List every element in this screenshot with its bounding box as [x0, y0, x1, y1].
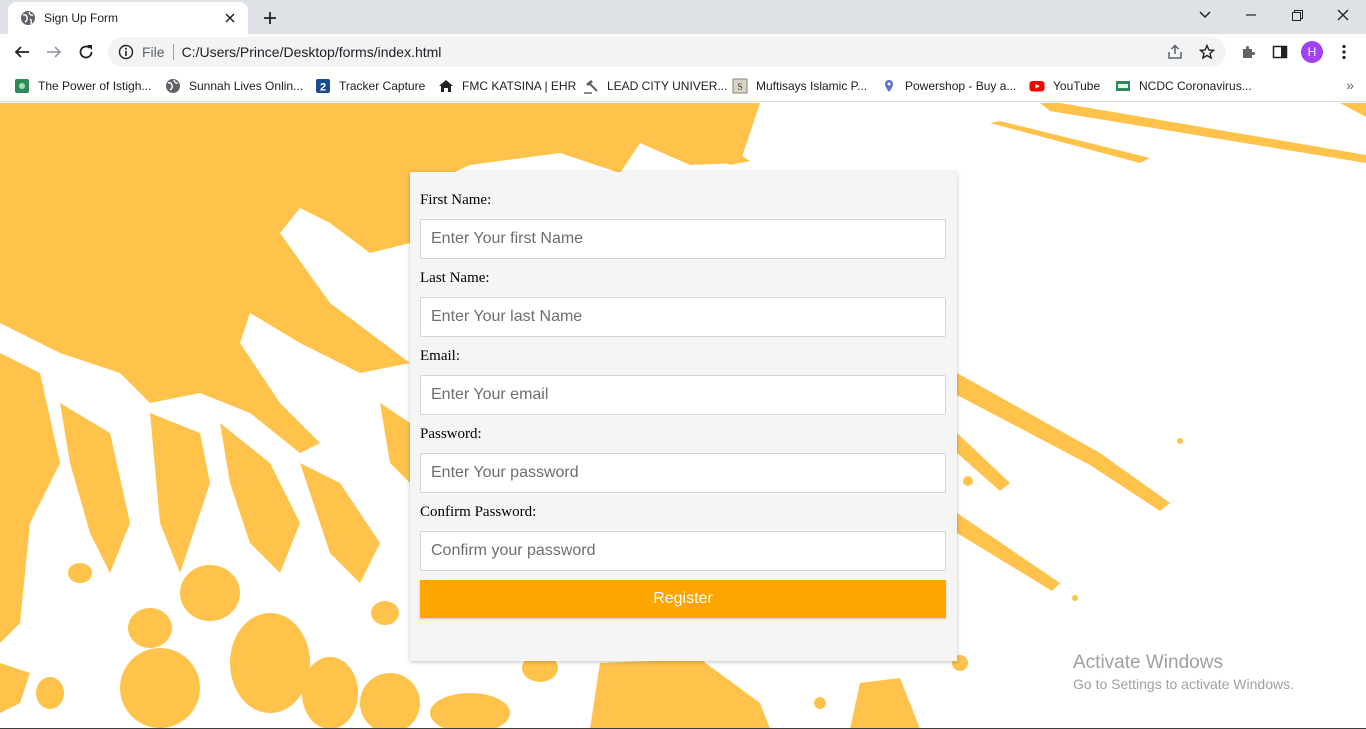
password-input[interactable]	[420, 453, 946, 493]
pin-icon	[881, 78, 897, 94]
tab-sign-up-form[interactable]: Sign Up Form	[8, 2, 248, 34]
bookmark-label: Powershop - Buy a...	[905, 79, 1017, 93]
info-icon[interactable]	[118, 44, 134, 60]
svg-text:S: S	[737, 82, 743, 93]
bookmark-label: FMC KATSINA | EHR	[462, 79, 577, 93]
address-bar[interactable]: File C:/Users/Prince/Desktop/forms/index…	[108, 37, 1226, 67]
bookmark-label: Tracker Capture	[339, 79, 426, 93]
bookmark-item[interactable]: FMC KATSINA | EHR	[438, 76, 576, 96]
avatar: H	[1301, 41, 1323, 63]
bookmark-label: NCDC Coronavirus...	[1139, 79, 1252, 93]
first-name-label: First Name:	[420, 192, 492, 208]
back-button[interactable]	[8, 38, 36, 66]
first-name-input[interactable]	[420, 219, 946, 259]
watermark-subtitle: Go to Settings to activate Windows.	[1073, 676, 1294, 692]
bookmark-item[interactable]: NCDC Coronavirus...	[1115, 76, 1252, 96]
divider	[172, 44, 174, 60]
side-panel-icon[interactable]	[1266, 38, 1294, 66]
register-button[interactable]: Register	[420, 580, 946, 618]
globe-icon	[165, 78, 181, 94]
confirm-password-label: Confirm Password:	[420, 504, 537, 520]
watermark-title: Activate Windows	[1073, 652, 1223, 673]
restore-button[interactable]	[1274, 0, 1320, 30]
extensions-icon[interactable]	[1234, 38, 1262, 66]
bookmark-item[interactable]: YouTube	[1029, 76, 1100, 96]
star-icon[interactable]	[1194, 39, 1220, 65]
bookmark-item[interactable]: 2 Tracker Capture	[315, 76, 425, 96]
windows-activation-watermark: Activate Windows Go to Settings to activ…	[1073, 651, 1294, 693]
url-text[interactable]: C:/Users/Prince/Desktop/forms/index.html	[182, 44, 1162, 60]
password-label: Password:	[420, 426, 482, 442]
close-window-button[interactable]	[1320, 0, 1366, 30]
profile-avatar[interactable]: H	[1298, 38, 1326, 66]
globe-icon	[20, 10, 36, 26]
bookmark-item[interactable]: LEAD CITY UNIVER...	[583, 76, 727, 96]
green-square-icon	[14, 78, 30, 94]
bookmark-label: Muftisays Islamic P...	[756, 79, 868, 93]
close-icon[interactable]	[222, 10, 238, 26]
url-scheme: File	[142, 44, 165, 60]
bookmark-item[interactable]: S Muftisays Islamic P...	[732, 76, 867, 96]
bookmark-label: LEAD CITY UNIVER...	[607, 79, 728, 93]
forward-button[interactable]	[40, 38, 68, 66]
bookmark-item[interactable]: Sunnah Lives Onlin...	[165, 76, 303, 96]
last-name-label: Last Name:	[420, 270, 490, 286]
svg-text:2: 2	[320, 82, 326, 94]
menu-kebab-icon[interactable]	[1330, 38, 1358, 66]
share-icon[interactable]	[1162, 39, 1188, 65]
ncdc-icon	[1115, 78, 1131, 94]
gavel-icon	[583, 78, 599, 94]
bookmark-item[interactable]: The Power of Istigh...	[14, 76, 151, 96]
minimize-button[interactable]	[1228, 0, 1274, 30]
email-label: Email:	[420, 348, 460, 364]
youtube-icon	[1029, 78, 1045, 94]
reload-button[interactable]	[72, 38, 100, 66]
bookmarks-overflow-chevron-icon[interactable]: »	[1346, 77, 1354, 93]
tab-search-button[interactable]	[1182, 0, 1228, 30]
new-tab-button[interactable]	[258, 6, 282, 30]
confirm-password-input[interactable]	[420, 531, 946, 571]
signup-form-card: First Name: Last Name: Email: Password: …	[410, 172, 957, 661]
bookmark-label: Sunnah Lives Onlin...	[189, 79, 304, 93]
bookmark-label: The Power of Istigh...	[38, 79, 152, 93]
bookmark-label: YouTube	[1053, 79, 1101, 93]
home-icon	[438, 78, 454, 94]
tab-strip: Sign Up Form	[0, 0, 1366, 34]
last-name-input[interactable]	[420, 297, 946, 337]
bookmarks-bar: The Power of Istigh... Sunnah Lives Onli…	[0, 70, 1366, 102]
bookmark-item[interactable]: Powershop - Buy a...	[881, 76, 1016, 96]
browser-toolbar: File C:/Users/Prince/Desktop/forms/index…	[0, 34, 1366, 70]
muftisays-icon: S	[732, 78, 748, 94]
dhis2-icon: 2	[315, 78, 331, 94]
page-viewport: First Name: Last Name: Email: Password: …	[0, 103, 1366, 729]
email-input[interactable]	[420, 375, 946, 415]
tab-title: Sign Up Form	[44, 11, 119, 25]
